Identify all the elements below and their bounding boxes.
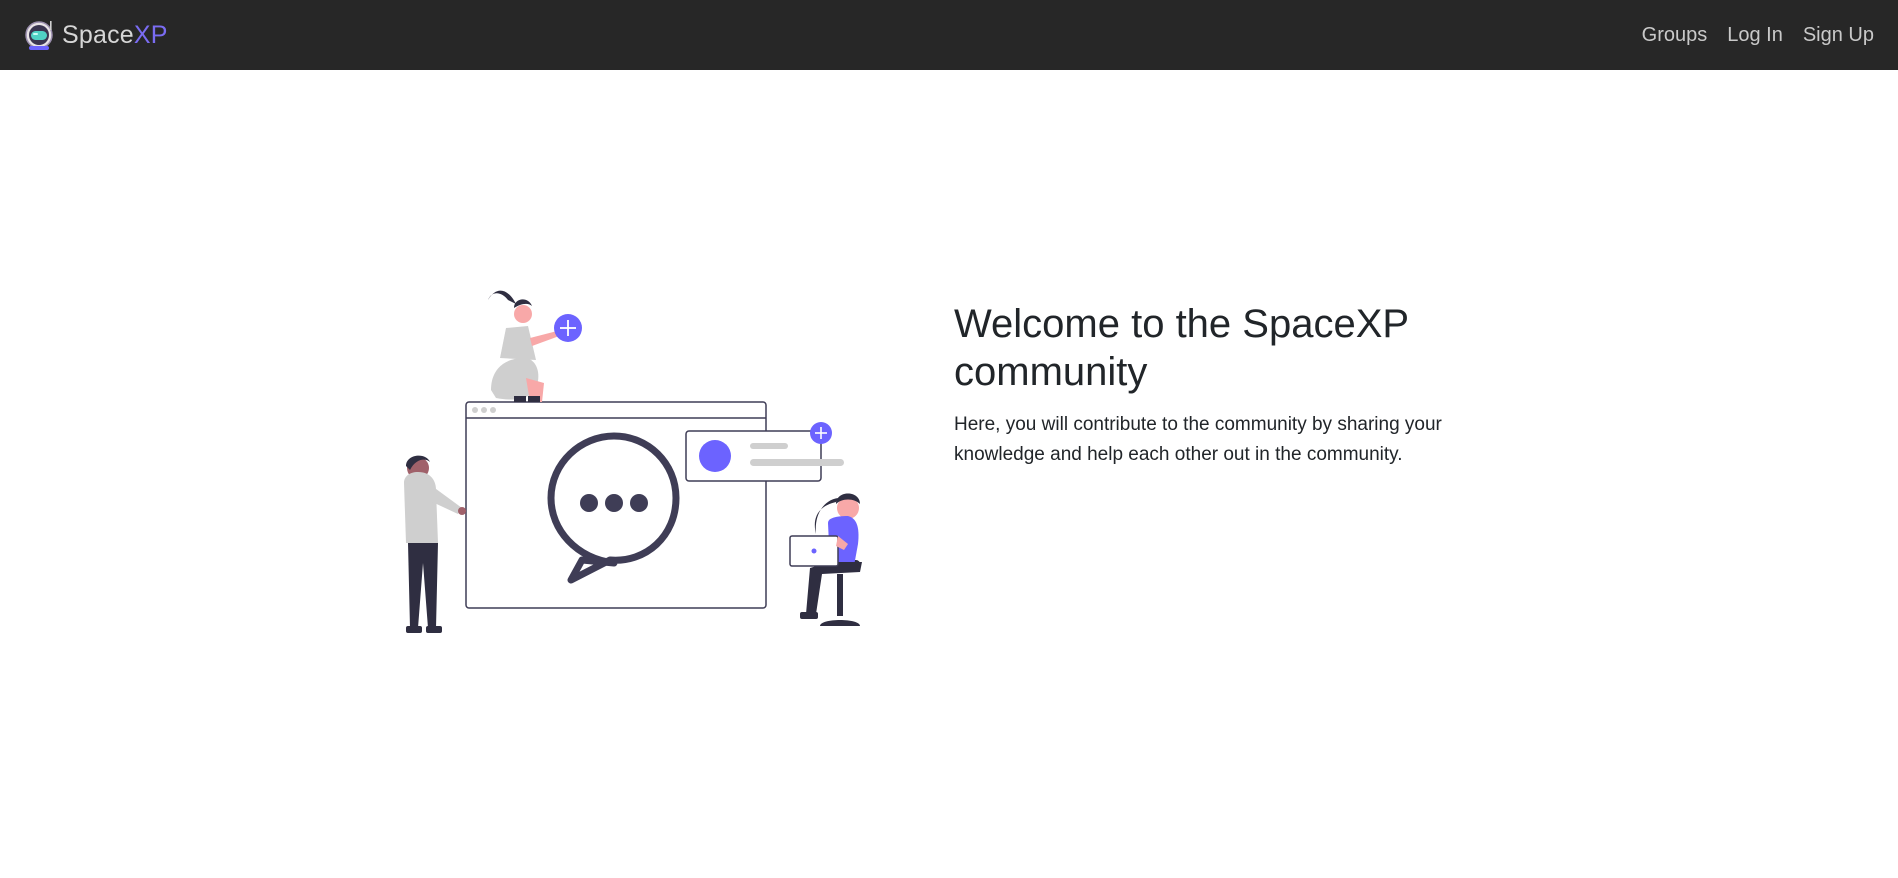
woman-sitting-on-window <box>488 290 582 402</box>
hero-title: Welcome to the SpaceXP community <box>954 302 1409 394</box>
nav-links: Groups Log In Sign Up <box>1622 24 1874 47</box>
nav-groups-link[interactable]: Groups <box>1642 24 1708 47</box>
hero-description: Here, you will contribute to the communi… <box>954 414 1442 465</box>
top-navbar: SpaceXP Groups Log In Sign Up <box>0 0 1898 70</box>
community-chat-illustration <box>404 290 862 633</box>
nav-signup-link[interactable]: Sign Up <box>1803 24 1874 47</box>
man-standing <box>404 455 466 633</box>
brand-name: SpaceXP <box>62 21 168 50</box>
woman-with-laptop <box>789 493 862 626</box>
astronaut-helmet-icon <box>25 21 53 50</box>
brand-suffix: XP <box>133 20 168 49</box>
profile-card <box>685 422 844 482</box>
brand-prefix: Space <box>62 20 134 49</box>
nav-login-link[interactable]: Log In <box>1727 24 1783 47</box>
hero-text: Welcome to the SpaceXP community Here, y… <box>954 300 1514 470</box>
brand-link[interactable]: SpaceXP <box>24 19 168 51</box>
